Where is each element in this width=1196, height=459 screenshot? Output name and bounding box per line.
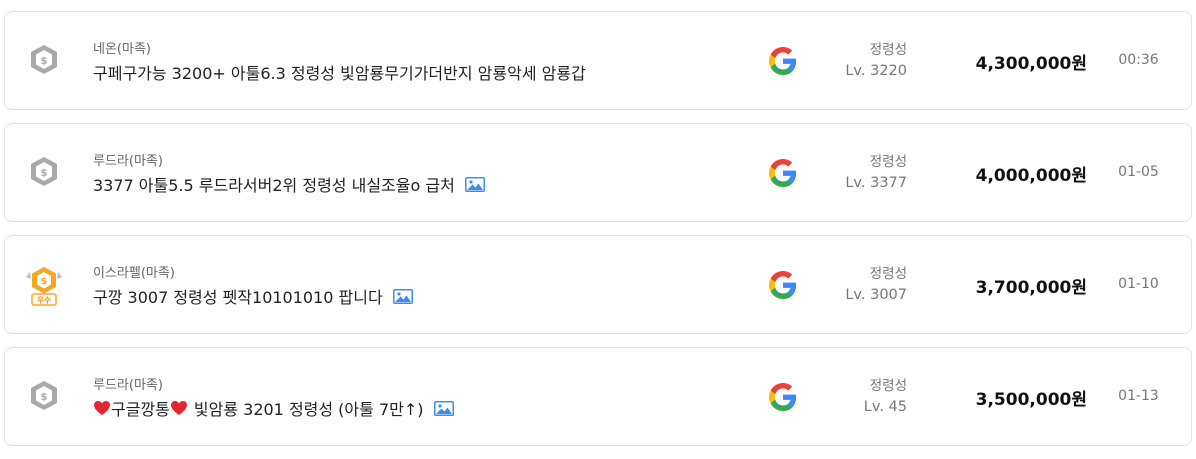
listing-card[interactable]: $ 루드라(마족) 구글깡통 빛암룡 3201 정령성 (아툴 7만↑) 정령성… — [4, 347, 1192, 446]
listing-card[interactable]: $ 우수 이스라펠(마족) 구깡 3007 정령성 펫작10101010 팝니다 — [4, 235, 1192, 334]
google-icon — [769, 271, 797, 299]
google-icon — [769, 47, 797, 75]
grey-seller-badge-icon: $ — [25, 152, 63, 194]
character-level: Lv. 3377 — [845, 175, 907, 191]
character-level: Lv. 3007 — [845, 287, 907, 303]
listing-title[interactable]: 구깡 3007 정령성 펫작10101010 팝니다 — [93, 284, 383, 308]
listing-title-row[interactable]: 구깡 3007 정령성 펫작10101010 팝니다 — [93, 284, 413, 308]
grey-seller-badge-icon: $ — [25, 376, 63, 418]
listing-card[interactable]: $ 네온(마족) 구페구가능 3200+ 아툴6.3 정령성 빛암룡무기가더반지… — [4, 11, 1192, 110]
listing-price: 3,500,000원 — [975, 390, 1087, 410]
heart-icon — [93, 400, 111, 416]
image-attached-icon — [464, 176, 485, 192]
character-level: Lv. 3220 — [845, 63, 907, 79]
svg-text:$: $ — [41, 392, 48, 403]
listing-price: 3,700,000원 — [975, 278, 1087, 298]
listing-price: 4,000,000원 — [975, 166, 1087, 186]
listing-title[interactable]: 구글깡통 — [111, 396, 170, 420]
gold-seller-badge-icon: $ 우수 — [25, 264, 63, 306]
svg-text:$: $ — [41, 168, 48, 179]
listing-price: 4,300,000원 — [975, 54, 1087, 74]
job-class: 정령성 — [869, 266, 907, 282]
server-name: 루드라(마족) — [93, 154, 163, 169]
heart-icon — [170, 400, 188, 416]
job-class: 정령성 — [869, 154, 907, 170]
listing-date: 01-10 — [1118, 276, 1159, 292]
listing-date: 01-05 — [1118, 164, 1159, 180]
grey-seller-badge-icon: $ — [25, 40, 63, 82]
google-icon — [769, 383, 797, 411]
listing-title-row[interactable]: 구글깡통 빛암룡 3201 정령성 (아툴 7만↑) — [93, 396, 454, 420]
listing-title[interactable]: 3377 아툴5.5 루드라서버2위 정령성 내실조율o 급처 — [93, 172, 455, 196]
listing-title[interactable]: 구페구가능 3200+ 아툴6.3 정령성 빛암룡무기가더반지 암룡악세 암룡갑 — [93, 60, 586, 84]
image-attached-icon — [433, 400, 454, 416]
job-class: 정령성 — [869, 378, 907, 394]
listing-title[interactable]: 빛암룡 3201 정령성 (아툴 7만↑) — [194, 396, 424, 420]
image-attached-icon — [392, 288, 413, 304]
listing-date: 01-13 — [1118, 388, 1159, 404]
google-icon — [769, 159, 797, 187]
listing-list: $ 네온(마족) 구페구가능 3200+ 아툴6.3 정령성 빛암룡무기가더반지… — [4, 11, 1192, 459]
badge-label: 우수 — [37, 296, 51, 305]
listing-title-row[interactable]: 구페구가능 3200+ 아툴6.3 정령성 빛암룡무기가더반지 암룡악세 암룡갑 — [93, 60, 586, 84]
listing-title-row[interactable]: 3377 아툴5.5 루드라서버2위 정령성 내실조율o 급처 — [93, 172, 485, 196]
server-name: 루드라(마족) — [93, 378, 163, 393]
character-level: Lv. 45 — [863, 399, 907, 415]
svg-text:$: $ — [41, 277, 47, 287]
server-name: 이스라펠(마족) — [93, 266, 175, 281]
svg-text:$: $ — [41, 56, 48, 67]
server-name: 네온(마족) — [93, 42, 151, 57]
listing-date: 00:36 — [1118, 52, 1159, 68]
job-class: 정령성 — [869, 42, 907, 58]
listing-card[interactable]: $ 루드라(마족) 3377 아툴5.5 루드라서버2위 정령성 내실조율o 급… — [4, 123, 1192, 222]
